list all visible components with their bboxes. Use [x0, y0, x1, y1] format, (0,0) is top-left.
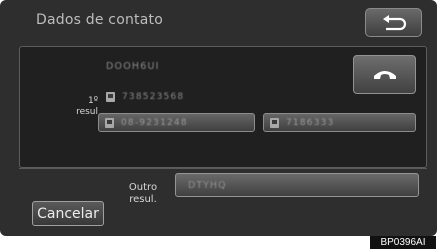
work-phone-icon [270, 117, 279, 128]
screen-title: Dados de contato [36, 12, 163, 28]
home-number: 08-9231248 [121, 117, 188, 128]
divider [19, 168, 427, 169]
other-results-label: Outro resul. [118, 182, 168, 206]
other-line1: Outro [128, 182, 158, 193]
mobile-phone-icon [106, 92, 115, 102]
first-result-label: 1º resul [58, 96, 98, 118]
contact-data-screen: Dados de contato 1º resul DOOH6UI 738523… [0, 0, 437, 236]
back-button[interactable] [365, 8, 422, 37]
phone-handset-icon [373, 70, 396, 79]
other-line2: resul. [129, 194, 157, 205]
other-result-text: DTYHQ [188, 179, 227, 191]
result-word: resul [76, 107, 98, 117]
back-arrow-icon [382, 14, 406, 30]
call-button[interactable] [353, 55, 416, 94]
mobile-number-row: 738523568 [106, 92, 184, 102]
home-phone-icon [105, 117, 114, 128]
home-number-button[interactable]: 08-9231248 [98, 113, 255, 132]
contact-name: DOOH6UI [106, 61, 160, 72]
cancel-button[interactable]: Cancelar [32, 201, 104, 226]
other-result-button[interactable]: DTYHQ [175, 173, 419, 197]
work-number: 7186333 [286, 117, 335, 128]
result-rank: 1º [88, 96, 98, 106]
reference-code: BP0396AI [370, 236, 436, 249]
mobile-number: 738523568 [122, 92, 185, 102]
work-number-button[interactable]: 7186333 [263, 113, 416, 132]
